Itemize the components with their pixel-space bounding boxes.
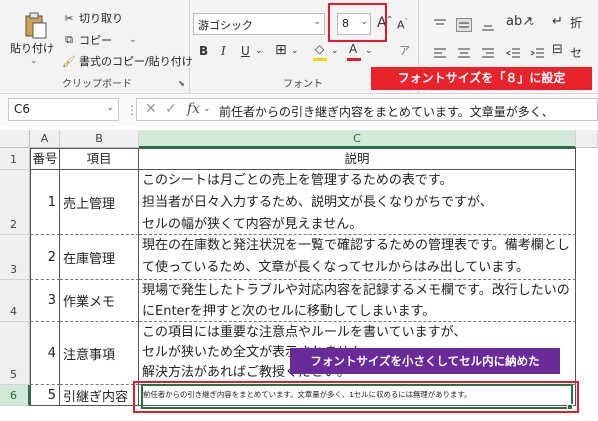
selected-cell-highlight [133,381,579,413]
format-painter-button[interactable]: 🖌 書式のコピー/貼り付け [62,53,193,69]
row-header-5[interactable]: 5 [0,322,30,385]
table-cell-number[interactable]: 2 [30,235,60,280]
font-name-value: 游ゴシック [198,19,253,32]
table-cell-item[interactable]: 引継ぎ内容 [60,385,139,406]
shrink-callout: フォントサイズを小さくしてセル内に納めた [290,348,560,374]
formula-bar: C6 ⌄ ⋮ ✕ ✓ fx ⌄ 前任者からの引き継ぎ内容をまとめています。文章量… [0,94,598,126]
table-cell-number[interactable]: 4 [30,322,60,385]
underline-icon[interactable]: U [241,44,250,58]
row-header-4[interactable]: 4 [0,280,30,322]
column-header-c[interactable]: C [139,130,576,148]
bold-icon[interactable]: B [199,44,208,58]
copy-label: コピー [79,34,112,47]
decrease-font-icon[interactable]: Aˇ [397,18,408,32]
insert-function-icon[interactable]: fx [187,101,200,117]
table-cell-item[interactable]: 在庫管理 [60,235,139,280]
column-header-a[interactable]: A [30,130,60,148]
font-color-icon[interactable]: A [349,42,357,56]
enter-icon[interactable]: ✓ [165,101,177,117]
align-middle-icon[interactable] [456,18,472,32]
clipboard-group: 貼り付け ⌄ ✂ 切り取り ⧉ コピー ⌄ 🖌 書式のコピー/貼り付け クリップ… [0,0,193,94]
name-box[interactable]: C6 ⌄ [8,98,119,121]
cut-button[interactable]: ✂ 切り取り [62,10,123,26]
copy-icon: ⧉ [65,33,73,46]
table-cell-description[interactable]: 現在の在庫数と発注状況を一覧で確認するための管理表です。備考欄とし て使っている… [139,235,576,280]
merge-center-label[interactable]: セ [570,44,582,61]
orientation-dropdown-icon[interactable]: ⌄ [528,18,536,28]
table-cell-number[interactable]: 1 [30,170,60,235]
table-cell-description[interactable]: 現場で発生したトラブルや対応内容を記録するメモ欄です。改行したいの にEnter… [139,280,576,322]
align-center-icon[interactable] [456,46,472,60]
font-name-dropdown-icon[interactable]: ⌄ [313,17,321,27]
formula-text: 前任者からの引き継ぎ内容をまとめています。文章量が多く、 [219,105,554,119]
description-line: 現在の在庫数と発注状況を一覧で確認するための管理表です。備考欄とし [142,238,570,253]
wrap-text-label[interactable]: 折 [570,14,582,31]
copy-dropdown-icon[interactable]: ⌄ [129,35,137,45]
description-line: このシートは月ごとの売上を管理するための表です。 [142,173,453,188]
align-top-icon[interactable] [432,18,448,32]
description-line: にEnterを押すと次のセルに移動してしまいます。 [142,304,436,319]
column-header-d[interactable] [576,130,598,148]
table-cell-item[interactable]: 作業メモ [60,280,139,322]
font-size-highlight [328,3,387,42]
formula-input[interactable]: ✕ ✓ fx ⌄ 前任者からの引き継ぎ内容をまとめています。文章量が多く、 [136,98,598,121]
align-left-icon[interactable] [432,46,448,60]
header-cell-number[interactable]: 番号 [30,148,60,170]
cancel-icon[interactable]: ✕ [145,101,157,117]
borders-icon[interactable]: ⊞ [275,42,287,58]
name-box-value: C6 [14,102,31,116]
name-box-dropdown-icon[interactable]: ⌄ [106,103,114,113]
font-size-callout: フォントサイズを「８」に設定 [371,67,592,90]
table-cell-description[interactable]: このシートは月ごとの売上を管理するための表です。 担当者が日々入力するため、説明… [139,170,576,235]
borders-dropdown-icon[interactable]: ⌄ [291,46,299,56]
cut-label: 切り取り [79,12,123,25]
description-line: 担当者が日々入力するため、説明文が長くなりがちですが、 [142,195,493,210]
merge-center-icon[interactable]: ⊟ [552,42,563,57]
row-header-2[interactable]: 2 [0,170,30,235]
format-painter-label: 書式のコピー/貼り付け [79,55,193,68]
worksheet-grid[interactable]: A B C 1 2 3 4 5 6 番号 項目 説明 1 売上管理 このシートは… [0,130,598,421]
clipboard-launcher-icon[interactable]: ⬊ [178,79,185,88]
increase-indent-icon[interactable] [530,46,546,60]
scissors-icon: ✂ [64,11,74,25]
description-line: 現場で発生したトラブルや対応内容を記録するメモ欄です。改行したいの [142,283,570,298]
paste-icon[interactable] [24,12,48,40]
underline-dropdown-icon[interactable]: ⌄ [255,46,263,56]
row-header-1[interactable]: 1 [0,148,30,170]
header-cell-item[interactable]: 項目 [60,148,139,170]
table-cell-item[interactable]: 注意事項 [60,322,139,385]
description-line: セルの幅が狭くて内容が見えません。 [142,217,363,232]
insert-function-dropdown-icon[interactable]: ⌄ [203,104,211,114]
wrap-text-icon[interactable]: ↵ [552,14,563,29]
row-header-3[interactable]: 3 [0,235,30,280]
fill-color-swatch [313,58,327,61]
paste-dropdown-icon[interactable]: ⌄ [30,56,38,66]
phonetic-icon[interactable]: ア [399,42,410,58]
table-cell-number[interactable]: 3 [30,280,60,322]
fill-color-icon[interactable]: ◇ [315,42,324,56]
row-header-6[interactable]: 6 [0,385,30,406]
align-bottom-icon[interactable] [480,18,496,32]
column-header-b[interactable]: B [60,130,139,148]
copy-button[interactable]: ⧉ コピー ⌄ [62,32,137,48]
description-line: この項目には重要な注意点やルールを書いていますが、 [142,325,467,340]
description-line: て使っているため、文章が長くなってセルからはみ出しています。 [142,260,530,275]
format-painter-icon: 🖌 [62,54,76,68]
header-cell-description[interactable]: 説明 [139,148,576,170]
font-color-dropdown-icon[interactable]: ⌄ [365,46,373,56]
font-color-swatch [347,58,361,61]
font-name-select[interactable]: 游ゴシック ⌄ [193,13,325,35]
fill-color-dropdown-icon[interactable]: ⌄ [331,46,339,56]
select-all-corner[interactable] [0,130,30,148]
decrease-indent-icon[interactable] [506,46,522,60]
clipboard-group-label: クリップボード [62,79,132,90]
font-group-label: フォント [283,79,323,90]
paste-button[interactable]: 貼り付け [10,40,54,56]
italic-icon[interactable]: I [221,44,226,58]
table-cell-item[interactable]: 売上管理 [60,170,139,235]
align-right-icon[interactable] [480,46,496,60]
table-cell-number[interactable]: 5 [30,385,60,406]
